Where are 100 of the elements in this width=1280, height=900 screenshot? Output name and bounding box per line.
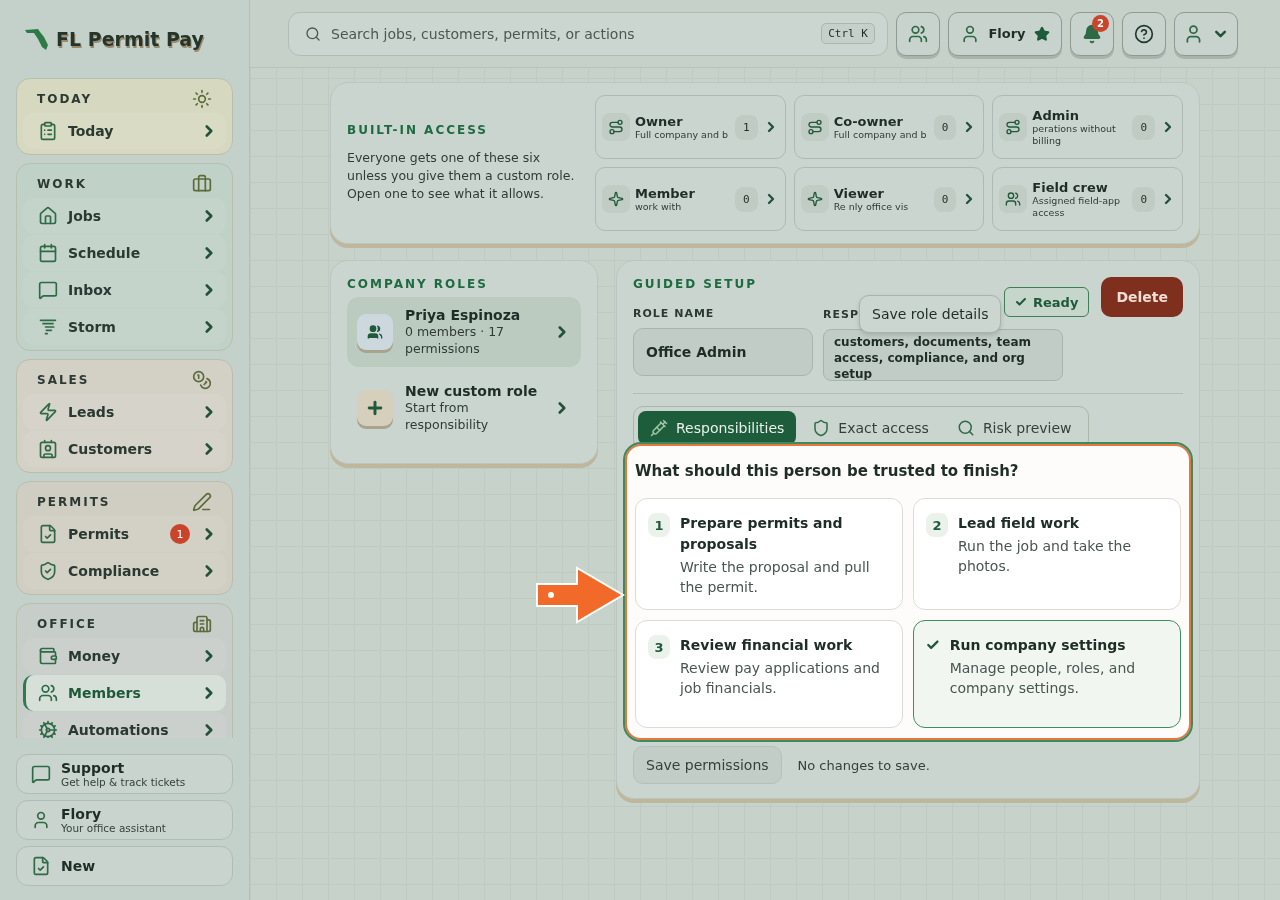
role-summary: Assigned field-app access [1032,194,1122,219]
tooltip: Save role details [859,295,1002,333]
nav-label: Automations [68,722,170,738]
nav-label: Jobs [68,208,103,224]
nav-label: Money [68,648,122,664]
profile-button[interactable] [1174,11,1238,56]
search-field[interactable]: Search jobs, customers, permits, or actions Ctrl K [288,11,888,56]
section-title: WORK [37,177,87,191]
option-description: Write the proposal and pull the permit. [680,558,871,597]
nav-item[interactable]: Storm [23,309,226,345]
footer-icon [31,810,51,830]
tab[interactable]: Risk preview [944,411,1084,445]
role-detail: 0 members · 17 permissions [405,323,506,357]
question-text: What should this person be trusted to finish? [635,462,1020,480]
option-title: Lead field work [958,514,1081,533]
nav-item-icon [38,121,58,141]
option-description: Review pay applications and job financials. [680,659,881,698]
nav-item[interactable]: Automations [23,712,226,738]
option-title: Run company settings [949,636,1127,655]
nav-item-icon [38,439,58,459]
nav-label: Members [68,685,142,701]
option-description: Manage people, roles, and company settings. [949,659,1137,698]
app-title: FL Permit Pay [56,28,204,50]
responsibility-field[interactable]: customers, documents, team access, compliance, and org setup [823,329,1063,381]
sidebar-footer-item[interactable]: New [16,846,233,886]
member-count: 1 [735,114,758,140]
nav-item[interactable]: Schedule [23,235,226,271]
nav-item[interactable]: Money [23,638,226,674]
option-card[interactable]: 1 Prepare permits and proposals Write the proposal and pull the permit. [635,498,903,610]
nav-item-icon [38,280,58,300]
nav-item-icon [38,317,58,337]
role-list-item[interactable]: New custom role Start from responsibility [347,373,581,443]
sidebar-footer-item[interactable]: Support Get help & track tickets [16,754,233,794]
nav-item[interactable]: Customers [23,431,226,467]
nav-item[interactable]: Leads [23,394,226,430]
search-placeholder: Search jobs, customers, permits, or actions [331,25,636,42]
nav-item[interactable]: Members [23,675,226,711]
nav-label: Permits [68,526,131,542]
nav-item[interactable]: Inbox [23,272,226,308]
tab[interactable]: Exact access [800,411,941,445]
sidebar-footer-item[interactable]: Flory Your office assistant [16,800,233,840]
nav-item-icon [38,683,58,703]
role-summary: Full company and b [833,128,928,141]
team-button[interactable] [896,11,940,56]
option-card[interactable]: 2 Lead field work Run the job and take the photos. [913,498,1181,610]
tab[interactable]: Responsibilities [638,411,797,445]
nav-label: Customers [68,441,154,457]
notifications-button[interactable]: 2 [1070,11,1114,56]
footer-subtitle: Get help & track tickets [61,776,186,788]
plus-icon [357,390,393,426]
delete-button[interactable]: Delete [1101,277,1183,317]
people-icon [908,23,928,44]
nav-item[interactable]: Today [23,113,226,149]
role-name: Field crew [1032,179,1109,195]
role-icon [800,113,829,141]
shield-icon [812,419,831,437]
role-name-field[interactable]: Office Admin [633,328,813,376]
nav-label: Today [68,123,115,139]
role-card[interactable]: Admin perations without billing 0 [992,95,1183,159]
people-icon [357,314,393,350]
option-title: Review financial work [680,636,854,655]
role-card[interactable]: Viewer Re nly office vis 0 [793,167,985,231]
save-button[interactable]: Save permissions [633,746,782,784]
card-heading: BUILT-IN ACCESS [347,123,489,137]
footer-subtitle: Your office assistant [61,822,166,834]
role-card[interactable]: Co-owner Full company and b 0 [793,95,985,159]
role-name: Viewer [833,185,885,201]
assistant-button[interactable]: Flory [948,11,1062,56]
footer-title: Flory [61,806,102,822]
search-icon [305,25,321,42]
help-button[interactable] [1122,11,1166,56]
role-card[interactable]: Owner Full company and b 1 [595,95,786,159]
role-icon [602,185,630,213]
option-card[interactable]: Run company settings Manage people, roles, and company settings. [913,620,1181,728]
nav-label: Schedule [68,245,142,261]
role-summary: Re nly office vis [833,200,910,213]
member-count: 0 [1132,186,1155,212]
role-card[interactable]: Field crew Assigned field-app access 0 [992,167,1183,231]
role-list-item[interactable]: Priya Espinoza 0 members · 17 permissions [347,297,581,367]
nav-item-icon [38,206,58,226]
role-detail: Start from responsibility [405,399,490,433]
member-count: 0 [1132,114,1155,140]
section-icon [192,174,212,194]
option-title: Prepare permits and proposals [680,514,844,554]
nav-item[interactable]: Permits 1 [23,516,226,552]
nav-item[interactable]: Jobs [23,198,226,234]
role-name: Owner [635,113,684,129]
role-icon [602,113,630,141]
nav-item[interactable]: Compliance [23,553,226,589]
card-heading: COMPANY ROLES [347,277,489,291]
role-name: Co-owner [833,113,904,129]
option-card[interactable]: 3 Review financial work Review pay applications and job financials. [635,620,903,728]
member-count: 0 [735,186,758,212]
field-label: RESP [823,307,859,321]
nav-item-icon [38,561,58,581]
role-card[interactable]: Member work with 0 [595,167,786,231]
option-description: Run the job and take the photos. [958,537,1133,576]
option-number: 2 [926,513,948,537]
nav-label: Leads [68,404,116,420]
role-icon [800,185,829,213]
